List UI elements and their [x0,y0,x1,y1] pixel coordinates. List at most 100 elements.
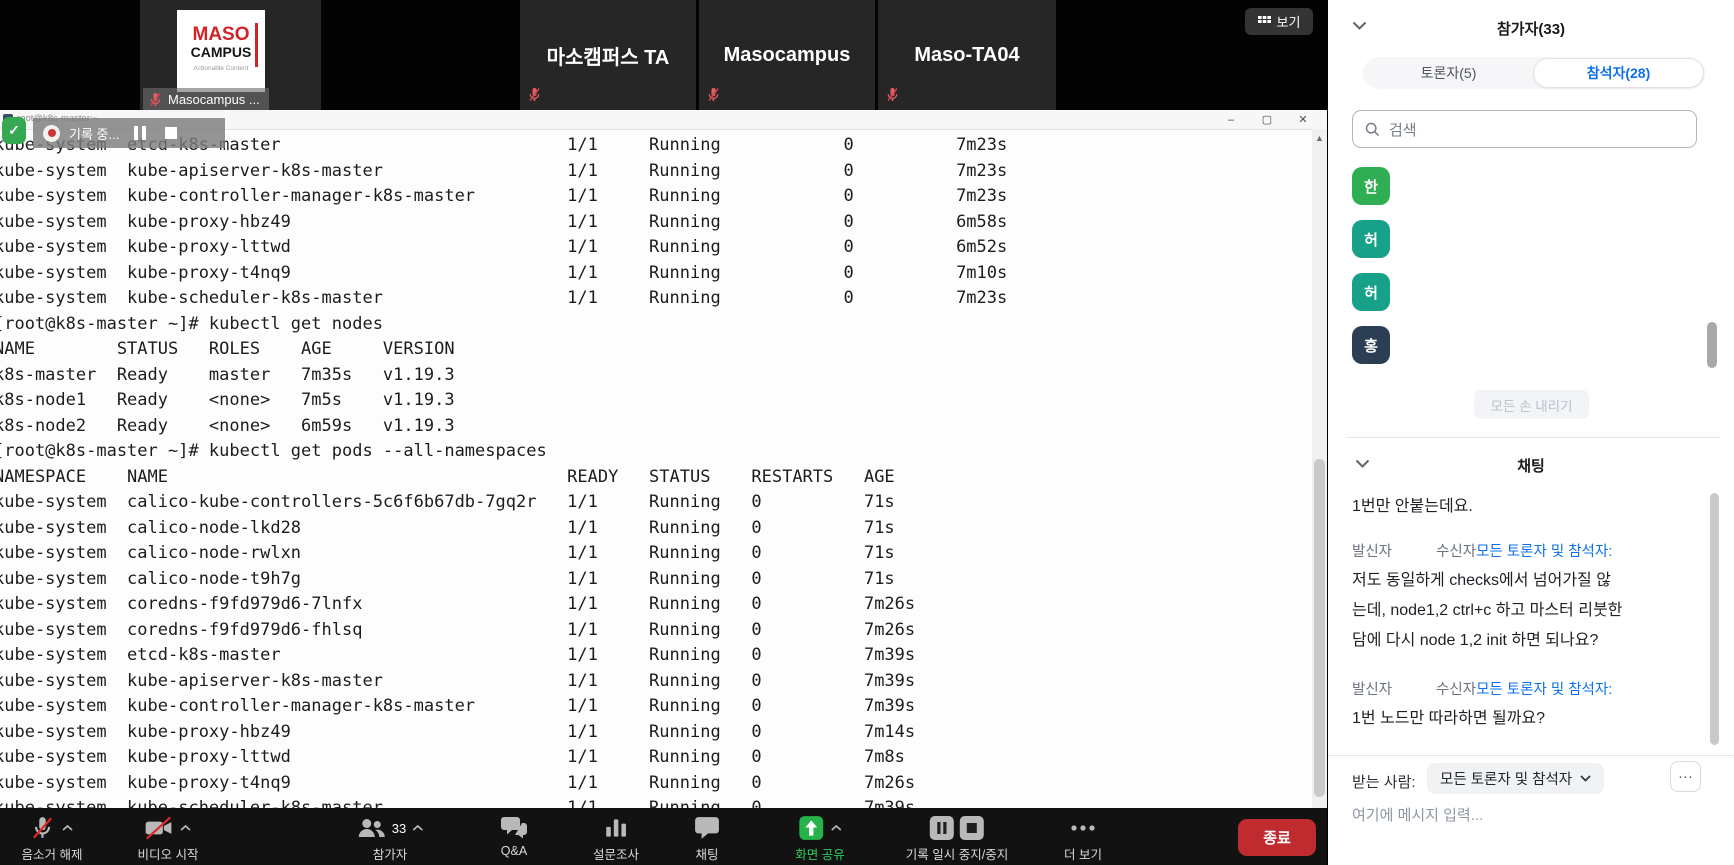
close-icon[interactable]: ✕ [1297,113,1309,126]
participant-avatar[interactable]: 허 [1352,273,1390,311]
view-button-label: 보기 [1277,12,1301,31]
chat-more-options-button[interactable]: ··· [1670,761,1701,792]
participants-title: 참가자(33) [1328,18,1734,39]
participant-avatar[interactable]: 한 [1352,167,1390,205]
recipient-value-link[interactable]: 모든 토론자 및 참석자: [1476,544,1612,560]
participant-name: Masocampus ... [168,92,260,107]
chat-message-line: 1번만 안붙는데요. [1352,492,1687,522]
toolbar-item-label: 더 보기 [1064,844,1102,863]
search-placeholder: 검색 [1389,119,1417,140]
scroll-up-icon[interactable]: ▲ [1312,133,1327,143]
logo-line2: CAMPUS [177,44,265,60]
video-tile[interactable]: Masocampus [699,0,875,110]
toolbar-item-label: 기록 일시 중지/중지 [906,844,1008,863]
terminal-scrollbar-thumb[interactable] [1314,459,1325,797]
side-panel: 참가자(33) 토론자(5) 참석자(28) 검색 한허허홍 모든 손 내리기 … [1328,0,1734,865]
search-input[interactable]: 검색 [1352,110,1697,148]
toolbar-item-label: Q&A [501,844,527,858]
chat-message-meta: 발신자 수신자모든 토론자 및 참석자: [1352,678,1687,699]
maximize-icon[interactable]: ▢ [1261,113,1273,126]
recording-label: 기록 중... [69,124,119,143]
tab-attendees[interactable]: 참석자(28) [1533,58,1704,88]
participant-name: Maso-TA04 [878,0,1056,110]
chat-message-input[interactable]: 여기에 메시지 입력... [1352,804,1483,825]
meeting-toolbar: 음소거 해제 비디오 시작 33 참가자 Q&A 설문조사채팅 화면 공유 기록 일시 중지/… [0,808,1327,865]
chat-message: 발신자 수신자모든 토론자 및 참석자: 1번 노드만 따라하면 될까요? [1352,678,1687,734]
participants-icon: 33 [356,815,424,841]
mic-muted-icon [707,87,721,103]
chat-message-line: 저도 동일하게 checks에서 넘어가질 않 [1352,566,1687,596]
recipient-value-link[interactable]: 모든 토론자 및 참석자: [1476,682,1612,698]
stop-recording-icon[interactable] [165,127,177,139]
security-shield-icon: ✓ [2,117,26,144]
participant-avatar[interactable]: 홍 [1352,326,1390,364]
video-tile[interactable]: Maso-TA04 [878,0,1056,110]
toolbar-item-mic-muted[interactable]: 음소거 해제 [22,815,83,863]
video-tile[interactable]: MASOCAMPUS Actionable Content Masocampus .… [140,0,321,110]
toolbar-item-participants[interactable]: 33 참가자 [356,815,424,863]
view-button[interactable]: 보기 [1245,8,1313,35]
terminal-window: root@k8s-master:~ – ▢ ✕ kube-system etcd… [0,110,1327,808]
record-dot-icon [43,125,60,142]
chevron-up-icon[interactable] [830,821,842,835]
participants-scrollbar[interactable] [1707,322,1717,368]
chat-divider [1328,755,1734,756]
video-strip: MASOCAMPUS Actionable Content Masocampus .… [0,0,1327,110]
chat-icon [694,815,720,841]
sender-label: 발신자 [1352,682,1392,698]
lower-all-hands-button[interactable]: 모든 손 내리기 [1474,390,1589,419]
toolbar-item-more[interactable]: 더 보기 [1064,815,1102,863]
end-meeting-button[interactable]: 종료 [1238,819,1316,856]
toolbar-item-label: 화면 공유 [795,844,844,863]
chat-message: 1번만 안붙는데요. [1352,492,1687,522]
logo-line1: MASO [177,25,265,44]
more-icon [1068,815,1098,841]
mic-muted-icon [886,87,900,103]
toolbar-item-share-screen[interactable]: 화면 공유 [795,815,844,863]
recipient-label: 수신자 [1436,544,1476,560]
toolbar-item-chat[interactable]: 채팅 [694,815,720,863]
video-muted-icon [144,815,192,841]
chat-title: 채팅 [1328,455,1734,476]
toolbar-item-polls[interactable]: 설문조사 [593,815,639,863]
pause-recording-icon[interactable] [134,126,146,140]
video-tile[interactable]: 마소캠퍼스 TA [520,0,696,110]
chat-message-line: 담에 다시 node 1,2 init 하면 되나요? [1352,626,1687,656]
logo-red-bar [255,23,258,67]
chevron-up-icon[interactable] [62,821,74,835]
chevron-down-icon [1580,775,1591,782]
chat-scrollbar[interactable] [1710,493,1719,745]
recipient-label: 수신자 [1436,682,1476,698]
toolbar-item-video-muted[interactable]: 비디오 시작 [138,815,199,863]
toolbar-item-qa[interactable]: Q&A [500,815,528,858]
grid-view-icon [1258,16,1271,27]
chat-message: 발신자 수신자모든 토론자 및 참석자: 저도 동일하게 checks에서 넘어가질… [1352,540,1687,656]
qa-icon [500,815,528,841]
mic-muted-icon [149,92,162,107]
zoom-meeting-screen: { "colors": { "accent_blue": "#0e71eb", … [0,0,1734,865]
terminal-scrollbar[interactable]: ▲ [1312,129,1327,808]
minimize-icon[interactable]: – [1225,114,1237,126]
sender-label: 발신자 [1352,544,1392,560]
toolbar-item-pause-stop[interactable]: 기록 일시 중지/중지 [906,815,1008,863]
share-screen-icon [798,815,842,841]
mic-muted-icon [528,87,542,103]
recipient-dropdown[interactable]: 모든 토론자 및 참석자 [1427,763,1604,794]
tab-panelists[interactable]: 토론자(5) [1364,58,1533,88]
participants-tabs: 토론자(5) 참석자(28) [1363,57,1705,89]
recipient-value: 모든 토론자 및 참석자 [1440,768,1572,789]
chat-message-line: 1번 노드만 따라하면 될까요? [1352,704,1687,734]
participants-list: 한허허홍 [1352,167,1390,379]
search-icon [1365,122,1380,137]
toolbar-item-label: 채팅 [695,844,718,863]
recipient-label: 받는 사람: [1352,771,1416,792]
chat-message-line: 는데, node1,2 ctrl+c 하고 마스터 리붓한 [1352,596,1687,626]
toolbar-item-label: 참가자 [373,844,408,863]
polls-icon [603,815,629,841]
mic-muted-icon [30,815,74,841]
participant-name: Masocampus [699,0,875,110]
participant-avatar[interactable]: 허 [1352,220,1390,258]
chevron-up-icon[interactable] [412,821,424,835]
chevron-up-icon[interactable] [180,821,192,835]
logo-line3: Actionable Content [177,65,265,72]
